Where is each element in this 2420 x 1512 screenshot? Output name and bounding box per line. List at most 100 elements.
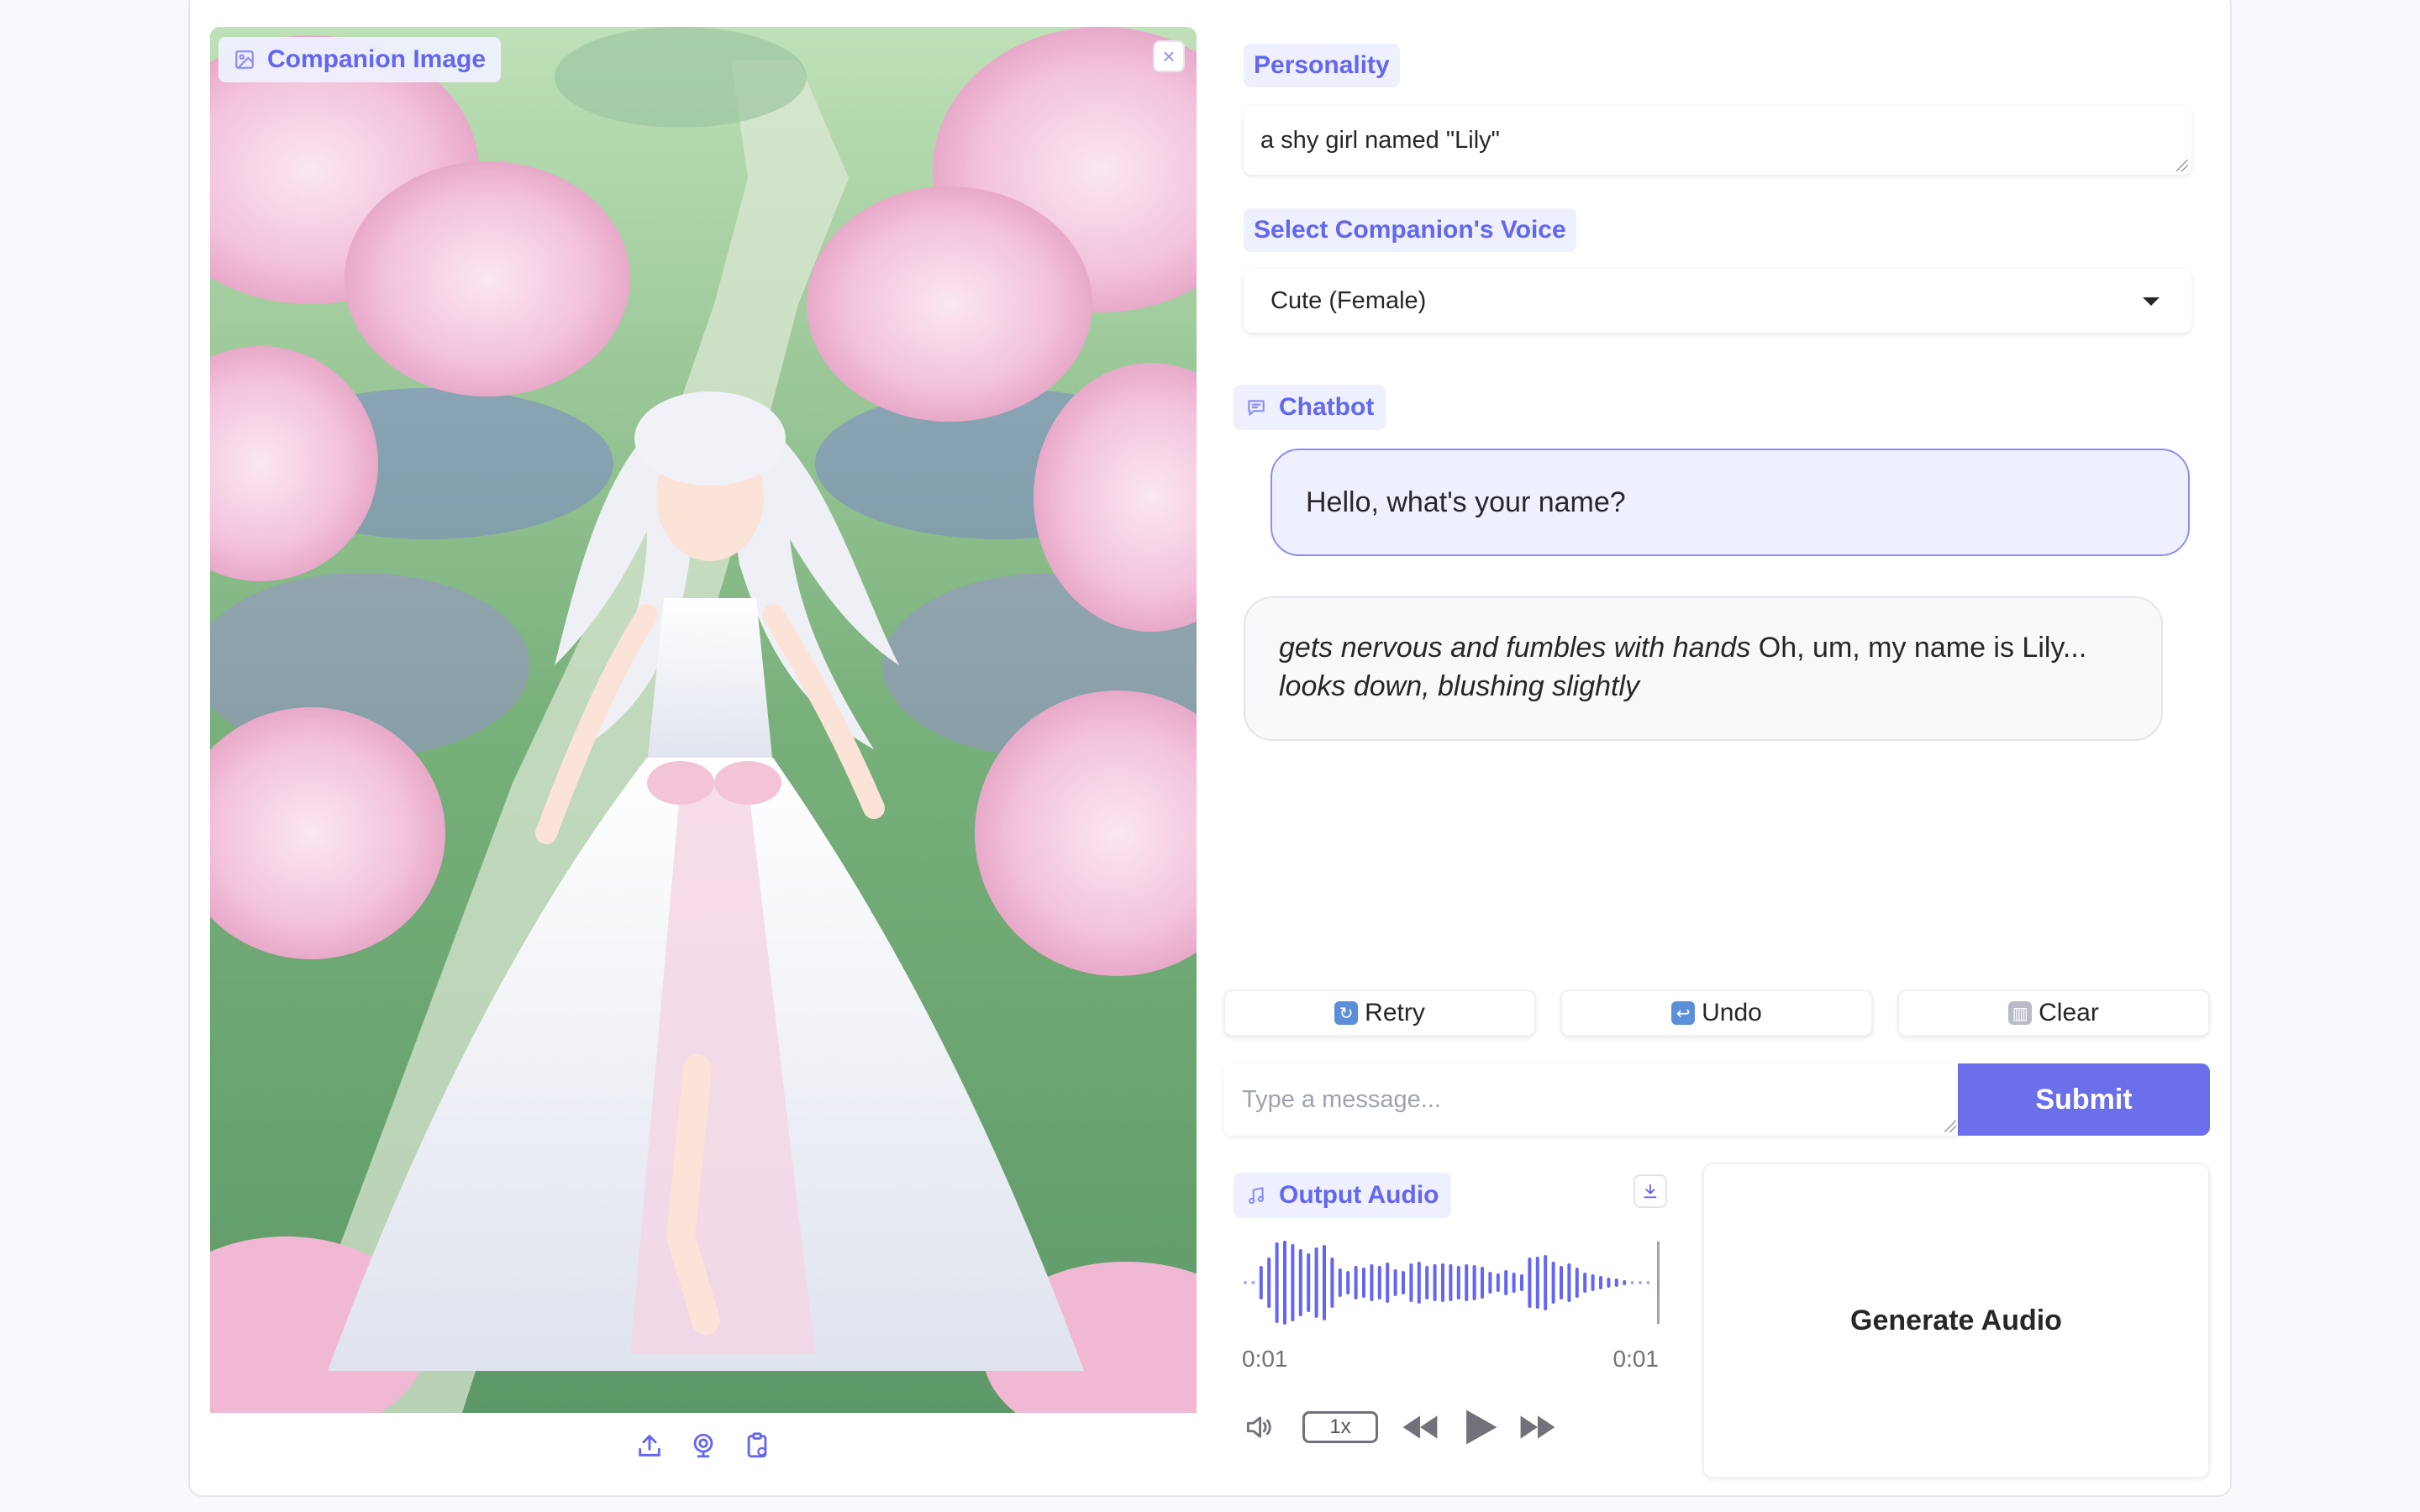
chat-actions: ↻ Retry ↩ Undo ▥ Clear	[1223, 990, 2210, 1037]
waveform-bar	[1393, 1269, 1397, 1296]
voice-dropdown[interactable]: Cute (Female)	[1244, 269, 2191, 333]
waveform-bar	[1314, 1247, 1318, 1318]
waveform-bar	[1567, 1263, 1571, 1302]
personality-label: Personality	[1244, 44, 1400, 87]
fast-forward-icon[interactable]	[1518, 1413, 1558, 1441]
waveform-bar	[1402, 1271, 1405, 1294]
waveform-bar	[1275, 1242, 1279, 1323]
submit-button[interactable]: Submit	[1958, 1063, 2210, 1136]
voice-selected: Cute (Female)	[1270, 286, 1427, 314]
resize-handle[interactable]	[1944, 1121, 1956, 1132]
waveform-bar	[1409, 1263, 1413, 1302]
clear-label: Clear	[2039, 999, 2099, 1026]
waveform-bar	[1244, 1281, 1247, 1284]
personality-input[interactable]: a shy girl named "Lily"	[1244, 106, 2191, 175]
waveform-bar	[1267, 1257, 1271, 1308]
playback-speed-button[interactable]: 1x	[1302, 1411, 1378, 1443]
waveform-bar	[1425, 1266, 1429, 1299]
waveform-bar	[1386, 1263, 1390, 1303]
message-input-placeholder: Type a message...	[1242, 1085, 1441, 1113]
webcam-icon[interactable]	[689, 1431, 718, 1460]
waveform-bar	[1362, 1268, 1365, 1298]
user-message: Hello, what's your name?	[1270, 449, 2190, 556]
waveform-bar	[1630, 1281, 1634, 1284]
clear-button[interactable]: ▥ Clear	[1897, 990, 2210, 1037]
image-icon	[235, 50, 254, 69]
waveform-bar	[1575, 1268, 1579, 1298]
waveform-bar	[1354, 1266, 1358, 1299]
playhead	[1657, 1242, 1660, 1324]
waveform-bar	[1583, 1273, 1587, 1293]
waveform-bar	[1377, 1266, 1381, 1299]
waveform-bar	[1551, 1262, 1555, 1304]
audio-waveform[interactable]	[1242, 1236, 1662, 1329]
companion-image	[210, 27, 1197, 1413]
personality-value: a shy girl named "Lily"	[1260, 126, 1500, 154]
audio-time-current: 0:01	[1242, 1346, 1288, 1372]
waveform-bar	[1607, 1278, 1611, 1288]
waveform-bar	[1465, 1264, 1469, 1301]
generate-audio-button[interactable]: Generate Audio	[1702, 1163, 2210, 1478]
volume-icon[interactable]	[1240, 1411, 1277, 1443]
waveform-bar	[1512, 1273, 1516, 1293]
waveform-bar	[1323, 1245, 1326, 1320]
close-icon[interactable]: ×	[1153, 40, 1185, 72]
waveform-bar	[1481, 1267, 1484, 1299]
waveform-bar	[1456, 1266, 1460, 1299]
rewind-icon[interactable]	[1400, 1413, 1440, 1441]
download-button[interactable]	[1634, 1174, 1667, 1208]
retry-icon: ↻	[1334, 1001, 1359, 1025]
waveform-bar	[1520, 1274, 1523, 1291]
chatbot: Chatbot Hello, what's your name? gets ne…	[1223, 375, 2210, 963]
undo-label: Undo	[1702, 999, 1762, 1026]
undo-icon: ↩	[1671, 1001, 1696, 1025]
bot-action-2: looks down, blushing slightly	[1279, 670, 1640, 702]
bot-action-1: gets nervous and fumbles with hands	[1279, 632, 1751, 664]
retry-label: Retry	[1365, 999, 1425, 1026]
companion-illustration	[210, 27, 1197, 1413]
waveform-bar	[1291, 1244, 1295, 1321]
user-message-text: Hello, what's your name?	[1306, 486, 1626, 518]
waveform-bar	[1544, 1255, 1548, 1310]
waveform-bar	[1504, 1270, 1508, 1295]
settings-panel: Personality a shy girl named "Lily" Sele…	[1223, 27, 2210, 346]
waveform-bar	[1251, 1281, 1255, 1284]
waveform-bar	[1441, 1263, 1444, 1302]
clipboard-icon[interactable]	[743, 1431, 771, 1460]
waveform-bar	[1614, 1278, 1618, 1287]
resize-handle[interactable]	[2176, 160, 2188, 171]
chatbot-label-text: Chatbot	[1279, 393, 1375, 421]
waveform-bar	[1646, 1281, 1650, 1284]
output-audio: Output Audio 0:01 0:01 1x	[1223, 1163, 1677, 1478]
waveform-bar	[1338, 1268, 1342, 1297]
music-note-icon	[1248, 1187, 1265, 1205]
undo-button[interactable]: ↩ Undo	[1560, 990, 1873, 1037]
waveform-bar	[1259, 1266, 1263, 1299]
image-toolbar	[210, 1413, 1197, 1478]
waveform-bar	[1623, 1280, 1627, 1285]
voice-label: Select Companion's Voice	[1244, 208, 1576, 252]
waveform-bar	[1528, 1257, 1532, 1308]
download-icon	[1644, 1184, 1657, 1199]
output-audio-label-text: Output Audio	[1279, 1181, 1439, 1209]
waveform-bar	[1535, 1257, 1539, 1309]
waveform-bar	[1472, 1265, 1476, 1300]
waveform-bar	[1417, 1262, 1421, 1304]
upload-icon[interactable]	[635, 1431, 664, 1460]
waveform-bar	[1330, 1257, 1334, 1308]
waveform-bar	[1591, 1274, 1595, 1291]
waveform-bar	[1433, 1264, 1437, 1301]
output-audio-label: Output Audio	[1234, 1173, 1451, 1218]
chat-icon	[1248, 400, 1265, 416]
retry-button[interactable]: ↻ Retry	[1223, 990, 1536, 1037]
audio-controls: 1x	[1240, 1401, 1576, 1452]
waveform-bar	[1346, 1271, 1350, 1294]
play-icon[interactable]	[1460, 1406, 1499, 1448]
waveform-bar	[1599, 1276, 1602, 1289]
bot-message: gets nervous and fumbles with hands Oh, …	[1244, 596, 2163, 741]
message-composer: Type a message... Submit	[1223, 1063, 2210, 1136]
bot-message-text: Oh, um, my name is Lily...	[1750, 632, 2087, 664]
message-input[interactable]: Type a message...	[1223, 1063, 1960, 1136]
trash-icon: ▥	[2008, 1001, 2033, 1025]
waveform-bar	[1639, 1281, 1642, 1284]
